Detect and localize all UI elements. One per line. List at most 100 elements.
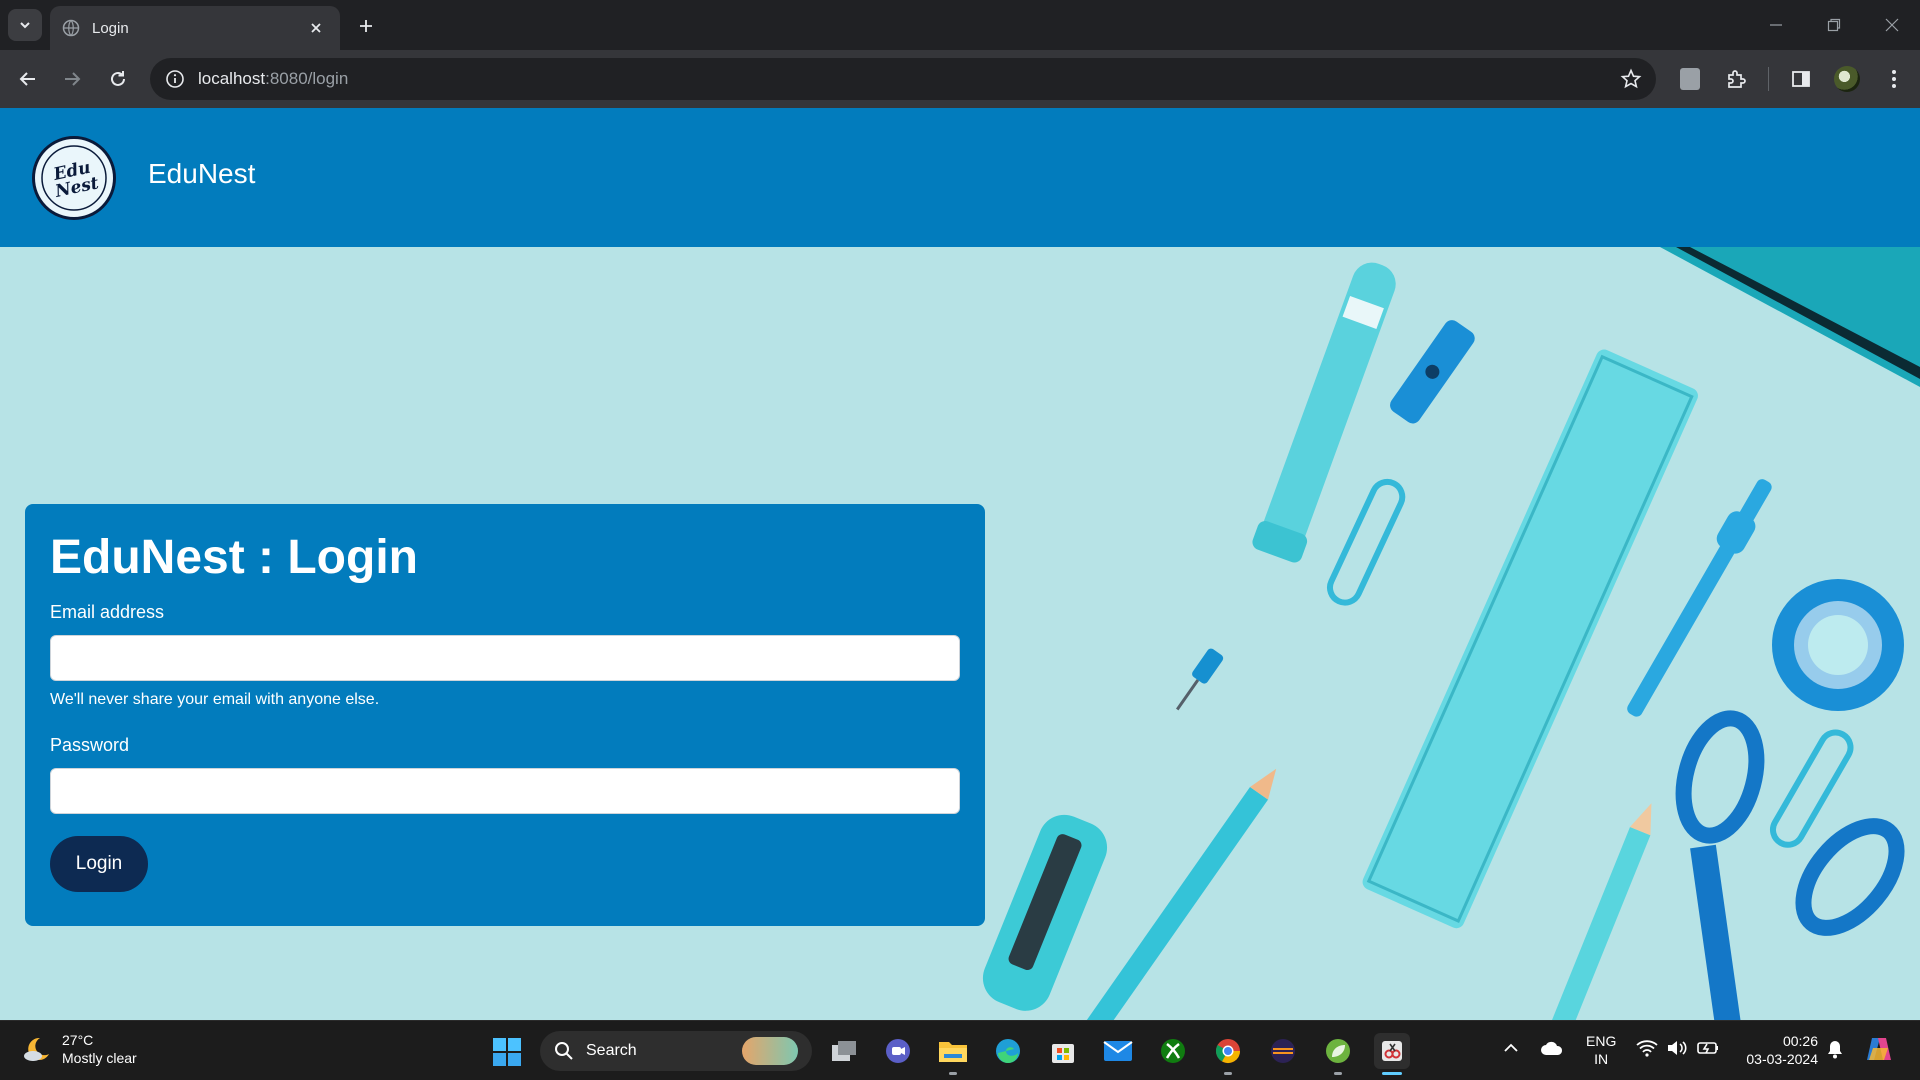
reload-icon xyxy=(111,71,125,86)
login-button[interactable]: Login xyxy=(50,836,148,892)
side-panel-icon xyxy=(1792,71,1810,87)
cloud-icon xyxy=(1541,1041,1563,1055)
extension-app-icon[interactable] xyxy=(1674,63,1706,95)
browser-menu-button[interactable] xyxy=(1878,63,1910,95)
tab-title: Login xyxy=(92,19,129,37)
kebab-menu-icon xyxy=(1892,70,1896,88)
web-page: Edu Nest EduNest EduNest: Login Email a… xyxy=(0,108,1920,1020)
password-input[interactable] xyxy=(50,768,960,814)
close-window-button[interactable] xyxy=(1872,10,1912,40)
bell-icon xyxy=(1828,1041,1842,1059)
wifi-icon xyxy=(1636,1040,1658,1057)
spring-tool-suite-app[interactable] xyxy=(1320,1033,1356,1075)
login-title: EduNest : Login xyxy=(50,531,418,584)
store-icon xyxy=(1052,1044,1074,1063)
file-explorer-app[interactable] xyxy=(935,1033,971,1075)
task-view-button[interactable] xyxy=(826,1033,862,1069)
restore-button[interactable] xyxy=(1814,10,1854,40)
task-view-icon xyxy=(832,1041,856,1061)
moon-cloud-icon xyxy=(24,1037,49,1061)
speaker-icon xyxy=(1668,1041,1687,1055)
reload-button[interactable] xyxy=(102,63,134,95)
plus-icon xyxy=(360,20,372,32)
weather-temperature: 27°C xyxy=(62,1032,94,1048)
site-info-icon[interactable] xyxy=(164,68,186,90)
forward-button[interactable] xyxy=(56,63,88,95)
start-button[interactable] xyxy=(492,1037,522,1072)
tab-search-button[interactable] xyxy=(8,9,42,41)
close-icon xyxy=(1885,18,1899,32)
taskbar-search-box[interactable]: Search xyxy=(540,1031,812,1071)
show-hidden-icons-button[interactable] xyxy=(1502,1039,1520,1062)
arrow-left-icon xyxy=(19,72,35,86)
notifications-button[interactable] xyxy=(1826,1039,1844,1064)
spring-leaf-icon xyxy=(1326,1039,1350,1063)
search-icon xyxy=(555,1042,573,1060)
puzzle-icon xyxy=(1728,70,1746,88)
battery-charging-icon xyxy=(1697,1042,1718,1054)
copilot-button[interactable] xyxy=(1864,1035,1894,1068)
microsoft-store-app[interactable] xyxy=(1045,1033,1081,1069)
side-panel-button[interactable] xyxy=(1785,63,1817,95)
search-label: Search xyxy=(586,1042,637,1059)
extensions-button[interactable] xyxy=(1720,63,1752,95)
language-code: ENG xyxy=(1586,1033,1617,1049)
site-logo[interactable]: Edu Nest xyxy=(32,136,116,220)
windows-logo-icon xyxy=(493,1038,521,1066)
input-language-indicator[interactable]: ENG IN xyxy=(1586,1032,1616,1068)
weather-description: Mostly clear xyxy=(62,1050,137,1066)
profile-avatar[interactable] xyxy=(1831,63,1863,95)
search-highlight-illustration-icon xyxy=(742,1037,798,1065)
bookmark-star-icon[interactable] xyxy=(1620,68,1642,90)
copilot-icon xyxy=(1867,1038,1891,1060)
url-text[interactable]: localhost:8080/login xyxy=(198,69,1620,89)
eclipse-ide-app[interactable] xyxy=(1265,1033,1301,1069)
tape-roll-shape xyxy=(1772,579,1904,711)
avatar xyxy=(1834,66,1860,92)
xbox-icon xyxy=(1161,1039,1185,1063)
edge-icon xyxy=(996,1039,1020,1063)
region-code: IN xyxy=(1594,1051,1609,1067)
back-button[interactable] xyxy=(12,63,44,95)
address-bar[interactable]: localhost:8080/login xyxy=(150,58,1656,100)
arrow-right-icon xyxy=(65,72,81,86)
browser-tab-strip: Login xyxy=(0,0,1920,50)
clock-time: 00:26 xyxy=(1782,1033,1818,1049)
edunest-logo-icon: Edu Nest xyxy=(41,145,107,211)
browser-toolbar: localhost:8080/login xyxy=(0,50,1920,108)
network-status-button[interactable] xyxy=(1636,1039,1658,1062)
tab-close-button[interactable] xyxy=(304,16,328,40)
snipping-tool-icon xyxy=(1382,1041,1402,1061)
login-form-card: EduNest : Login Email address We'll neve… xyxy=(25,504,985,926)
snipping-tool-app[interactable] xyxy=(1374,1033,1410,1075)
mail-app[interactable] xyxy=(1100,1033,1136,1069)
close-icon xyxy=(311,23,321,33)
new-tab-button[interactable] xyxy=(352,12,380,40)
weather-widget[interactable]: 27°C Mostly clear xyxy=(22,1031,137,1067)
browser-tab-login[interactable]: Login xyxy=(50,6,340,50)
minimize-icon xyxy=(1770,24,1782,26)
email-input[interactable] xyxy=(50,635,960,681)
meet-chat-app[interactable] xyxy=(880,1033,916,1069)
globe-icon xyxy=(62,19,80,37)
onedrive-tray-button[interactable] xyxy=(1540,1039,1564,1062)
volume-button[interactable] xyxy=(1666,1039,1688,1062)
eclipse-icon xyxy=(1271,1039,1295,1063)
email-label: Email address xyxy=(50,602,165,622)
extension-tile-icon xyxy=(1680,68,1700,90)
password-label: Password xyxy=(50,735,130,755)
chrome-app[interactable] xyxy=(1210,1033,1246,1075)
folder-icon xyxy=(939,1042,967,1062)
battery-status-button[interactable] xyxy=(1696,1039,1720,1062)
xbox-app[interactable] xyxy=(1155,1033,1191,1069)
brand-name[interactable]: EduNest xyxy=(148,158,255,190)
minimize-button[interactable] xyxy=(1756,10,1796,40)
chevron-down-icon xyxy=(20,22,30,29)
chevron-up-icon xyxy=(1504,1043,1518,1052)
email-help-text: We'll never share your email with anyone… xyxy=(50,691,380,708)
site-navbar: Edu Nest EduNest xyxy=(0,108,1920,247)
mail-icon xyxy=(1103,1041,1133,1061)
edge-browser-app[interactable] xyxy=(990,1033,1026,1069)
video-chat-icon xyxy=(886,1039,910,1063)
system-clock[interactable]: 00:26 03-03-2024 xyxy=(1738,1032,1818,1068)
